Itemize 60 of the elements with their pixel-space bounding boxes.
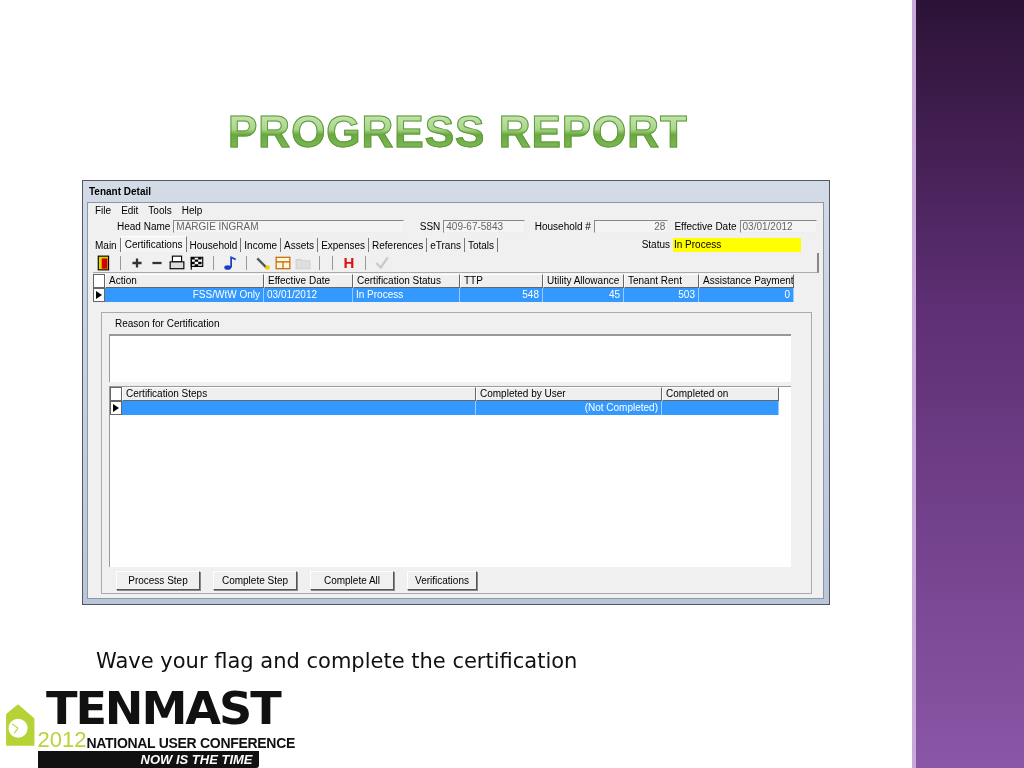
table-cell: 548 [460, 288, 543, 302]
input-field[interactable]: MARGIE INGRAM [173, 220, 404, 233]
toolbar-button[interactable]: H [340, 254, 358, 271]
menu-item[interactable]: Tools [143, 204, 177, 217]
row-pointer-icon [96, 291, 102, 299]
table-cell: (Not Completed) [476, 401, 662, 415]
status-field: In Process [673, 238, 801, 252]
action-button[interactable]: Complete All [310, 571, 394, 590]
slide-caption: Wave your flag and complete the certification [96, 648, 578, 675]
column-header: TTP [460, 274, 543, 288]
reason-text-area[interactable] [109, 334, 791, 382]
logo-subtitle: NATIONAL USER CONFERENCE [86, 735, 295, 751]
section-label: Reason for Certification [114, 317, 220, 331]
input-field[interactable]: 409-67-5843 [443, 220, 525, 233]
checkered-flag-icon[interactable] [188, 254, 206, 271]
table-cell: FSS/WtW Only [105, 288, 264, 302]
table-cell: 0 [699, 288, 794, 302]
menu-item[interactable]: Help [176, 204, 208, 217]
column-header: Certification Steps [122, 387, 476, 401]
table-cell: In Process [353, 288, 460, 302]
menu-item[interactable]: File [90, 204, 117, 217]
tab[interactable]: Income [241, 238, 282, 252]
column-header: Certification Status [353, 274, 460, 288]
tab[interactable]: Household [186, 238, 242, 252]
window-title: Tenant Detail [88, 185, 152, 198]
logo-name: TENMAST [45, 689, 281, 729]
tab[interactable]: Main [92, 238, 121, 252]
logo-year: 2012 [37, 729, 87, 751]
action-button[interactable]: Verifications [407, 571, 477, 590]
column-header: Effective Date [264, 274, 353, 288]
action-button[interactable]: Complete Step [213, 571, 297, 590]
music-note-icon[interactable] [221, 254, 239, 271]
column-header: Assistance Payment [699, 274, 794, 288]
table-cell: 503 [624, 288, 699, 302]
field-label: Household # [534, 220, 592, 233]
field-label: Status [641, 239, 671, 251]
tab[interactable]: eTrans [427, 238, 465, 252]
table-cell: 45 [543, 288, 624, 302]
printer-icon[interactable] [168, 254, 186, 271]
action-button[interactable]: Process Step [116, 571, 200, 590]
column-header: Completed on [662, 387, 779, 401]
table-cell: 03/01/2012 [264, 288, 353, 302]
tab[interactable]: Totals [464, 238, 499, 252]
field-label: Head Name [117, 220, 172, 233]
menu-item[interactable]: Edit [116, 204, 144, 217]
tab[interactable]: References [369, 238, 428, 252]
input-field[interactable]: 28 [593, 220, 669, 233]
column-header: Utility Allowance [543, 274, 624, 288]
field-label: Effective Date [674, 220, 738, 233]
column-header: Completed by User [476, 387, 662, 401]
tab[interactable]: Certifications [120, 236, 187, 252]
row-pointer-icon [113, 404, 119, 412]
logo-tagline: NOW IS THE TIME [37, 751, 259, 768]
tab[interactable]: Expenses [318, 238, 370, 252]
column-header: Action [105, 274, 264, 288]
table-icon[interactable] [274, 254, 292, 271]
column-header: Tenant Rent [624, 274, 699, 288]
input-field[interactable]: 03/01/2012 [739, 220, 817, 233]
tab[interactable]: Assets [281, 238, 319, 252]
field-label: SSN [419, 220, 442, 233]
